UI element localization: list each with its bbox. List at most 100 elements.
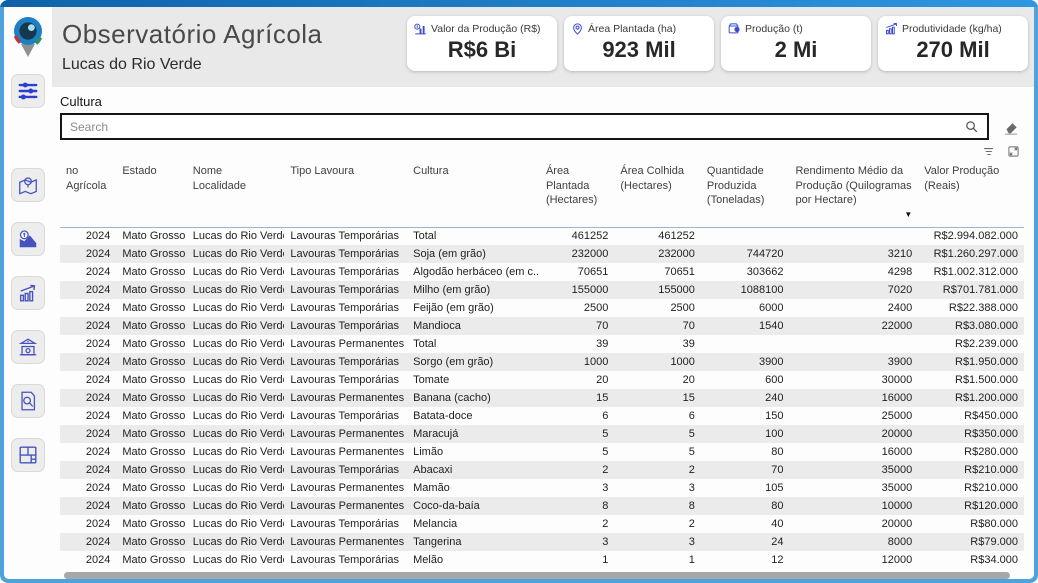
table-cell: 20000 xyxy=(789,425,918,443)
table-cell: 80 xyxy=(701,497,790,515)
column-header[interactable]: Área Plantada (Hectares) xyxy=(540,160,614,227)
table-cell: 2024 xyxy=(60,533,116,551)
table-cell: Lucas do Rio Verde xyxy=(187,407,285,425)
filter-lines-icon[interactable] xyxy=(982,145,995,158)
table-cell: 70651 xyxy=(614,263,701,281)
table-cell: 600 xyxy=(701,371,790,389)
table-cell: 70 xyxy=(540,317,614,335)
table-cell: 12000 xyxy=(789,551,918,569)
column-header[interactable]: Nome Localidade xyxy=(187,160,285,227)
table-cell: 2024 xyxy=(60,317,116,335)
sidebar-item-dashboard[interactable] xyxy=(11,438,45,472)
sidebar-item-productivity[interactable] xyxy=(11,276,45,310)
table-cell: Lavouras Temporárias xyxy=(284,245,407,263)
visual-toolbar xyxy=(60,145,1020,158)
sidebar-item-production-value[interactable] xyxy=(11,222,45,256)
table-cell: Lavouras Permanentes xyxy=(284,479,407,497)
table-cell: Lavouras Permanentes xyxy=(284,533,407,551)
table-cell: 1000 xyxy=(614,353,701,371)
table-cell: 20000 xyxy=(789,515,918,533)
column-header[interactable]: Área Colhida (Hectares) xyxy=(614,160,701,227)
table-cell: 3 xyxy=(614,479,701,497)
table-cell: Lucas do Rio Verde xyxy=(187,515,285,533)
table-cell: Mamão xyxy=(407,479,540,497)
table-cell: R$22.388.000 xyxy=(918,299,1024,317)
table-row: 2024Mato GrossoLucas do Rio VerdeLavoura… xyxy=(60,551,1024,569)
table-cell: Lucas do Rio Verde xyxy=(187,227,285,245)
sidebar-item-filters[interactable] xyxy=(11,74,45,108)
horizontal-scrollbar[interactable] xyxy=(64,572,1010,579)
table-cell: R$210.000 xyxy=(918,479,1024,497)
table-cell: Mato Grosso xyxy=(116,497,186,515)
search-input[interactable] xyxy=(70,120,964,134)
table-cell: Soja (em grão) xyxy=(407,245,540,263)
kpi-card-productivity: Produtividade (kg/ha) 270 Mil xyxy=(878,16,1028,71)
focus-mode-icon[interactable] xyxy=(1007,145,1020,158)
table-cell: Lavouras Permanentes xyxy=(284,335,407,353)
clear-selections-button[interactable] xyxy=(998,115,1024,139)
kpi-card-planted-area: Área Plantada (ha) 923 Mil xyxy=(564,16,714,71)
slicer-search-box[interactable] xyxy=(60,113,989,140)
table-cell: 4298 xyxy=(789,263,918,281)
table-cell: 7020 xyxy=(789,281,918,299)
table-cell: Mato Grosso xyxy=(116,515,186,533)
table-cell: R$3.080.000 xyxy=(918,317,1024,335)
table-row: 2024Mato GrossoLucas do Rio VerdeLavoura… xyxy=(60,317,1024,335)
table-cell: 2024 xyxy=(60,263,116,281)
table-cell: 3900 xyxy=(701,353,790,371)
table-cell: Lavouras Permanentes xyxy=(284,389,407,407)
table-cell: 1 xyxy=(540,551,614,569)
table-cell: R$1.500.000 xyxy=(918,371,1024,389)
table-cell: 2 xyxy=(614,461,701,479)
table-cell: 2400 xyxy=(789,299,918,317)
sidebar-item-map[interactable] xyxy=(11,168,45,202)
table-cell: 8 xyxy=(540,497,614,515)
column-header[interactable]: no Agrícola xyxy=(60,160,116,227)
column-header[interactable]: Rendimento Médio da Produção (Quilograma… xyxy=(789,160,918,227)
table-cell: 3 xyxy=(540,479,614,497)
table-cell: 5 xyxy=(614,443,701,461)
table-cell: Lucas do Rio Verde xyxy=(187,461,285,479)
search-icon[interactable] xyxy=(964,119,979,134)
table-cell: Lavouras Temporárias xyxy=(284,461,407,479)
table-cell: Mato Grosso xyxy=(116,353,186,371)
table-row: 2024Mato GrossoLucas do Rio VerdeLavoura… xyxy=(60,335,1024,353)
table-cell: Lavouras Temporárias xyxy=(284,353,407,371)
table-cell: 20 xyxy=(540,371,614,389)
table-cell: R$280.000 xyxy=(918,443,1024,461)
table-row: 2024Mato GrossoLucas do Rio VerdeLavoura… xyxy=(60,281,1024,299)
table-cell: 12 xyxy=(701,551,790,569)
table-cell: 40 xyxy=(701,515,790,533)
table-cell: Lavouras Temporárias xyxy=(284,227,407,245)
table-cell: 2024 xyxy=(60,515,116,533)
sidebar-item-institution[interactable] xyxy=(11,330,45,364)
table-cell: 39 xyxy=(614,335,701,353)
table-row: 2024Mato GrossoLucas do Rio VerdeLavoura… xyxy=(60,515,1024,533)
table-cell: 150 xyxy=(701,407,790,425)
column-header[interactable]: Estado xyxy=(116,160,186,227)
table-row: 2024Mato GrossoLucas do Rio VerdeLavoura… xyxy=(60,371,1024,389)
table-cell: 1 xyxy=(614,551,701,569)
column-header[interactable]: Quantidade Produzida (Toneladas) xyxy=(701,160,790,227)
table-cell: 16000 xyxy=(789,443,918,461)
sidebar-item-reports[interactable] xyxy=(11,384,45,418)
table-cell: Lavouras Temporárias xyxy=(284,263,407,281)
table-cell: Lucas do Rio Verde xyxy=(187,353,285,371)
table-cell: Total xyxy=(407,335,540,353)
table-cell: 6 xyxy=(614,407,701,425)
table-cell: 232000 xyxy=(614,245,701,263)
table-cell: R$1.002.312.000 xyxy=(918,263,1024,281)
table-cell xyxy=(789,335,918,353)
table-cell: 2 xyxy=(614,515,701,533)
column-header[interactable]: Tipo Lavoura xyxy=(284,160,407,227)
table-cell: 8 xyxy=(614,497,701,515)
table-cell: 2024 xyxy=(60,443,116,461)
table-cell: Mato Grosso xyxy=(116,317,186,335)
table-cell: Lucas do Rio Verde xyxy=(187,263,285,281)
table-cell: 105 xyxy=(701,479,790,497)
table-cell: R$2.239.000 xyxy=(918,335,1024,353)
table-cell: 2024 xyxy=(60,479,116,497)
column-header[interactable]: Valor Produção (Reais) xyxy=(918,160,1024,227)
table-cell: 39 xyxy=(540,335,614,353)
column-header[interactable]: Cultura xyxy=(407,160,540,227)
